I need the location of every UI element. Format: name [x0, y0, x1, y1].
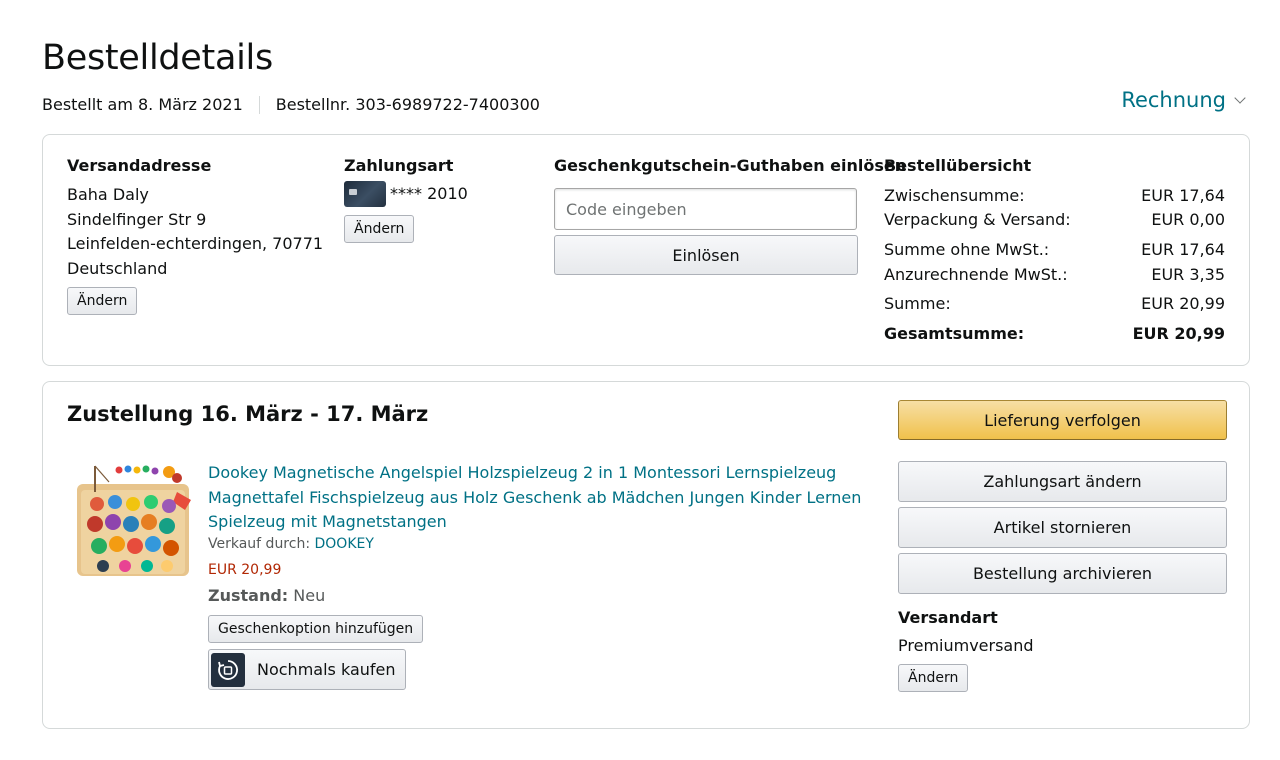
summary-row: Summe: EUR 20,99	[884, 294, 1225, 313]
change-payment-method-button[interactable]: Zahlungsart ändern	[898, 461, 1227, 502]
cancel-item-button[interactable]: Artikel stornieren	[898, 507, 1227, 548]
summary-label: Summe ohne MwSt.:	[884, 240, 1050, 259]
summary-label: Zwischensumme:	[884, 186, 1025, 205]
product-title-link[interactable]: Dookey Magnetische Angelspiel Holzspielz…	[208, 461, 868, 535]
summary-label: Verpackung & Versand:	[884, 210, 1071, 229]
add-gift-option-button[interactable]: Geschenkoption hinzufügen	[208, 615, 424, 643]
address-line: Leinfelden-echterdingen, 70771	[67, 234, 324, 253]
address-line: Deutschland	[67, 258, 168, 278]
summary-row: Summe ohne MwSt.: EUR 17,64	[884, 240, 1225, 259]
summary-row: Verpackung & Versand: EUR 0,00	[884, 210, 1225, 229]
payment-method: **** 2010	[344, 181, 468, 207]
archive-order-button[interactable]: Bestellung archivieren	[898, 553, 1227, 594]
condition-label: Zustand:	[208, 586, 289, 605]
shipping-heading: Versandart	[898, 608, 998, 627]
address-block: Baha Daly Sindelfinger Str 9 Leinfelden-…	[67, 183, 323, 281]
page-title: Bestelldetails	[42, 38, 273, 78]
summary-label: Anzurechnende MwSt.:	[884, 265, 1068, 284]
order-date: Bestellt am 8. März 2021	[42, 95, 243, 114]
order-number: Bestellnr. 303-6989722-7400300	[275, 95, 540, 114]
total-label: Gesamtsumme:	[884, 324, 1025, 343]
summary-value: EUR 20,99	[1141, 294, 1225, 313]
seller-prefix: Verkauf durch:	[208, 536, 311, 552]
summary-row: Zwischensumme: EUR 17,64	[884, 186, 1225, 205]
payment-heading: Zahlungsart	[344, 156, 454, 175]
change-payment-button[interactable]: Ändern	[344, 215, 415, 243]
track-delivery-button[interactable]: Lieferung verfolgen	[898, 400, 1227, 440]
product-image[interactable]	[73, 462, 193, 580]
product-thumbnail	[73, 462, 193, 580]
summary-value: EUR 17,64	[1141, 186, 1225, 205]
buy-again-button[interactable]: Nochmals kaufen	[208, 649, 406, 690]
delivery-box: Zustellung 16. März - 17. März Dookey Ma…	[42, 381, 1250, 729]
summary-label: Summe:	[884, 294, 951, 313]
product-price: EUR 20,99	[208, 562, 282, 578]
product-condition: Zustand: Neu	[208, 586, 325, 605]
summary-total-row: Gesamtsumme: EUR 20,99	[884, 324, 1225, 343]
invoice-dropdown[interactable]: Rechnung	[1121, 88, 1246, 112]
condition-value: Neu	[293, 586, 326, 605]
order-info-box: Versandadresse Baha Daly Sindelfinger St…	[42, 134, 1250, 366]
giftcard-heading: Geschenkgutschein-Guthaben einlösen	[554, 156, 907, 175]
shipping-method: Premiumversand	[898, 636, 1034, 655]
address-line: Sindelfinger Str 9	[67, 209, 207, 229]
redeem-button[interactable]: Einlösen	[554, 235, 858, 275]
total-value: EUR 20,99	[1132, 324, 1225, 343]
buy-again-icon	[211, 652, 245, 687]
divider	[258, 95, 260, 114]
giftcard-code-input[interactable]	[554, 188, 857, 230]
address-line: Baha Daly	[67, 185, 149, 204]
buy-again-label: Nochmals kaufen	[257, 660, 396, 679]
address-heading: Versandadresse	[67, 156, 212, 175]
summary-value: EUR 0,00	[1151, 210, 1225, 229]
summary-heading: Bestellübersicht	[884, 156, 1032, 175]
change-shipping-button[interactable]: Ändern	[898, 664, 969, 692]
credit-card-icon	[344, 181, 386, 207]
invoice-label[interactable]: Rechnung	[1121, 88, 1226, 112]
order-meta: Bestellt am 8. März 2021 Bestellnr. 303-…	[42, 95, 540, 114]
seller-info: Verkauf durch: DOOKEY	[208, 536, 374, 552]
summary-value: EUR 3,35	[1151, 265, 1225, 284]
card-number: **** 2010	[390, 183, 468, 203]
summary-row: Anzurechnende MwSt.: EUR 3,35	[884, 265, 1225, 284]
seller-link[interactable]: DOOKEY	[315, 536, 374, 552]
delivery-title: Zustellung 16. März - 17. März	[67, 402, 429, 426]
summary-value: EUR 17,64	[1141, 240, 1225, 259]
change-address-button[interactable]: Ändern	[67, 287, 138, 315]
chevron-down-icon	[1234, 92, 1246, 104]
